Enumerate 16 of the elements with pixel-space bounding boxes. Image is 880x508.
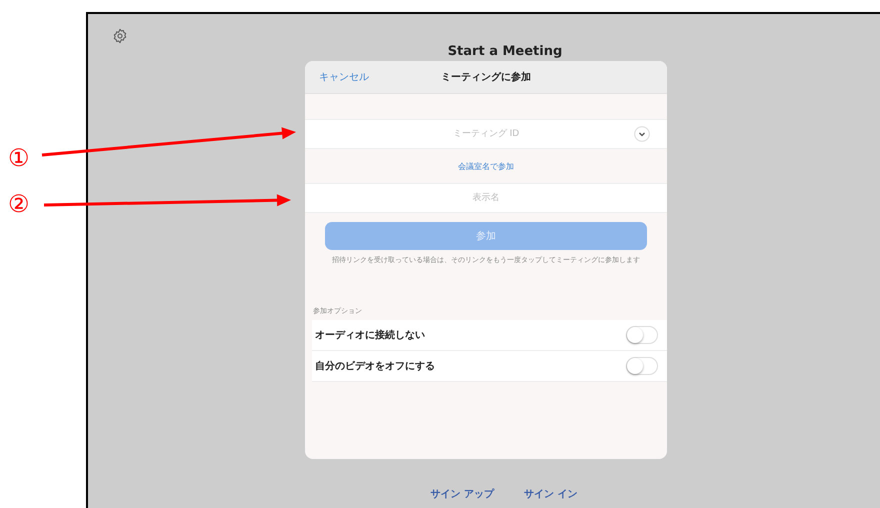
option-label: 自分のビデオをオフにする (315, 360, 435, 373)
join-by-room-name-link[interactable]: 会議室名で参加 (458, 160, 514, 172)
screen-title: Start a Meeting (448, 44, 562, 59)
callout-number: ① (8, 143, 30, 174)
option-label: オーディオに接続しない (315, 328, 425, 342)
callout-number: ② (8, 189, 30, 220)
cancel-button[interactable]: キャンセル (305, 70, 369, 84)
toggle-switch[interactable] (626, 326, 658, 344)
footer-link[interactable]: サイン アップ (430, 487, 494, 501)
meeting-id-field[interactable]: ミーティング ID (305, 119, 667, 149)
dialog-title: ミーティングに参加 (441, 70, 531, 84)
display-name-field[interactable]: 表示名 (305, 183, 667, 213)
footer-link[interactable]: サイン イン (524, 487, 578, 501)
chevron-down-icon[interactable] (634, 126, 650, 142)
settings-icon[interactable] (112, 28, 128, 44)
toggle-switch[interactable] (626, 357, 658, 375)
